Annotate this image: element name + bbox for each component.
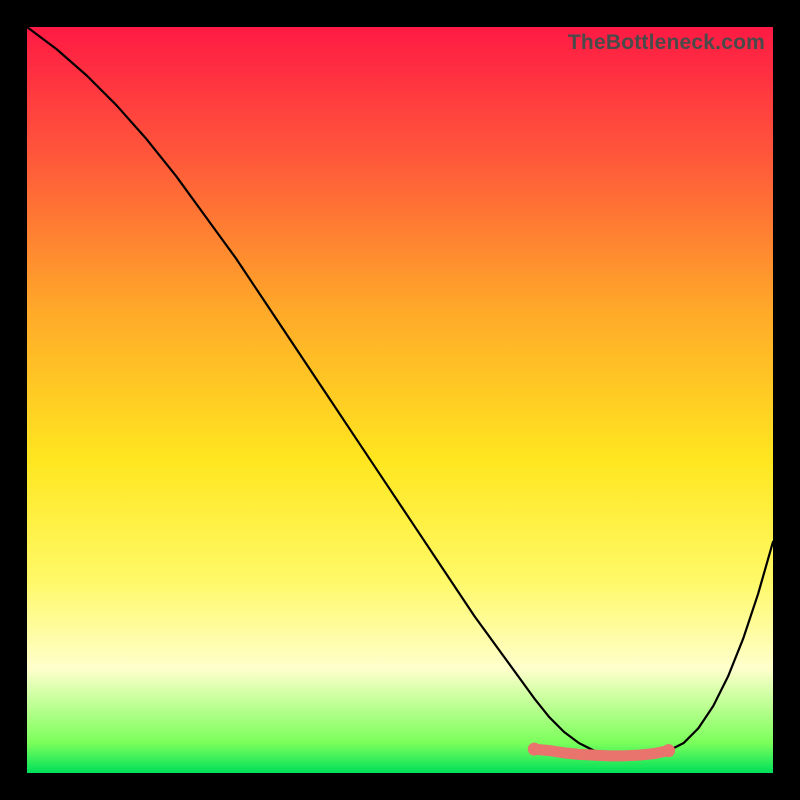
chart-curve-layer bbox=[27, 27, 773, 773]
chart-frame: TheBottleneck.com bbox=[0, 0, 800, 800]
highlight-dot-right bbox=[662, 744, 675, 757]
main-curve bbox=[27, 27, 773, 756]
highlight-dot-left bbox=[528, 743, 541, 756]
highlight-segment bbox=[534, 749, 668, 756]
chart-plot-area: TheBottleneck.com bbox=[27, 27, 773, 773]
